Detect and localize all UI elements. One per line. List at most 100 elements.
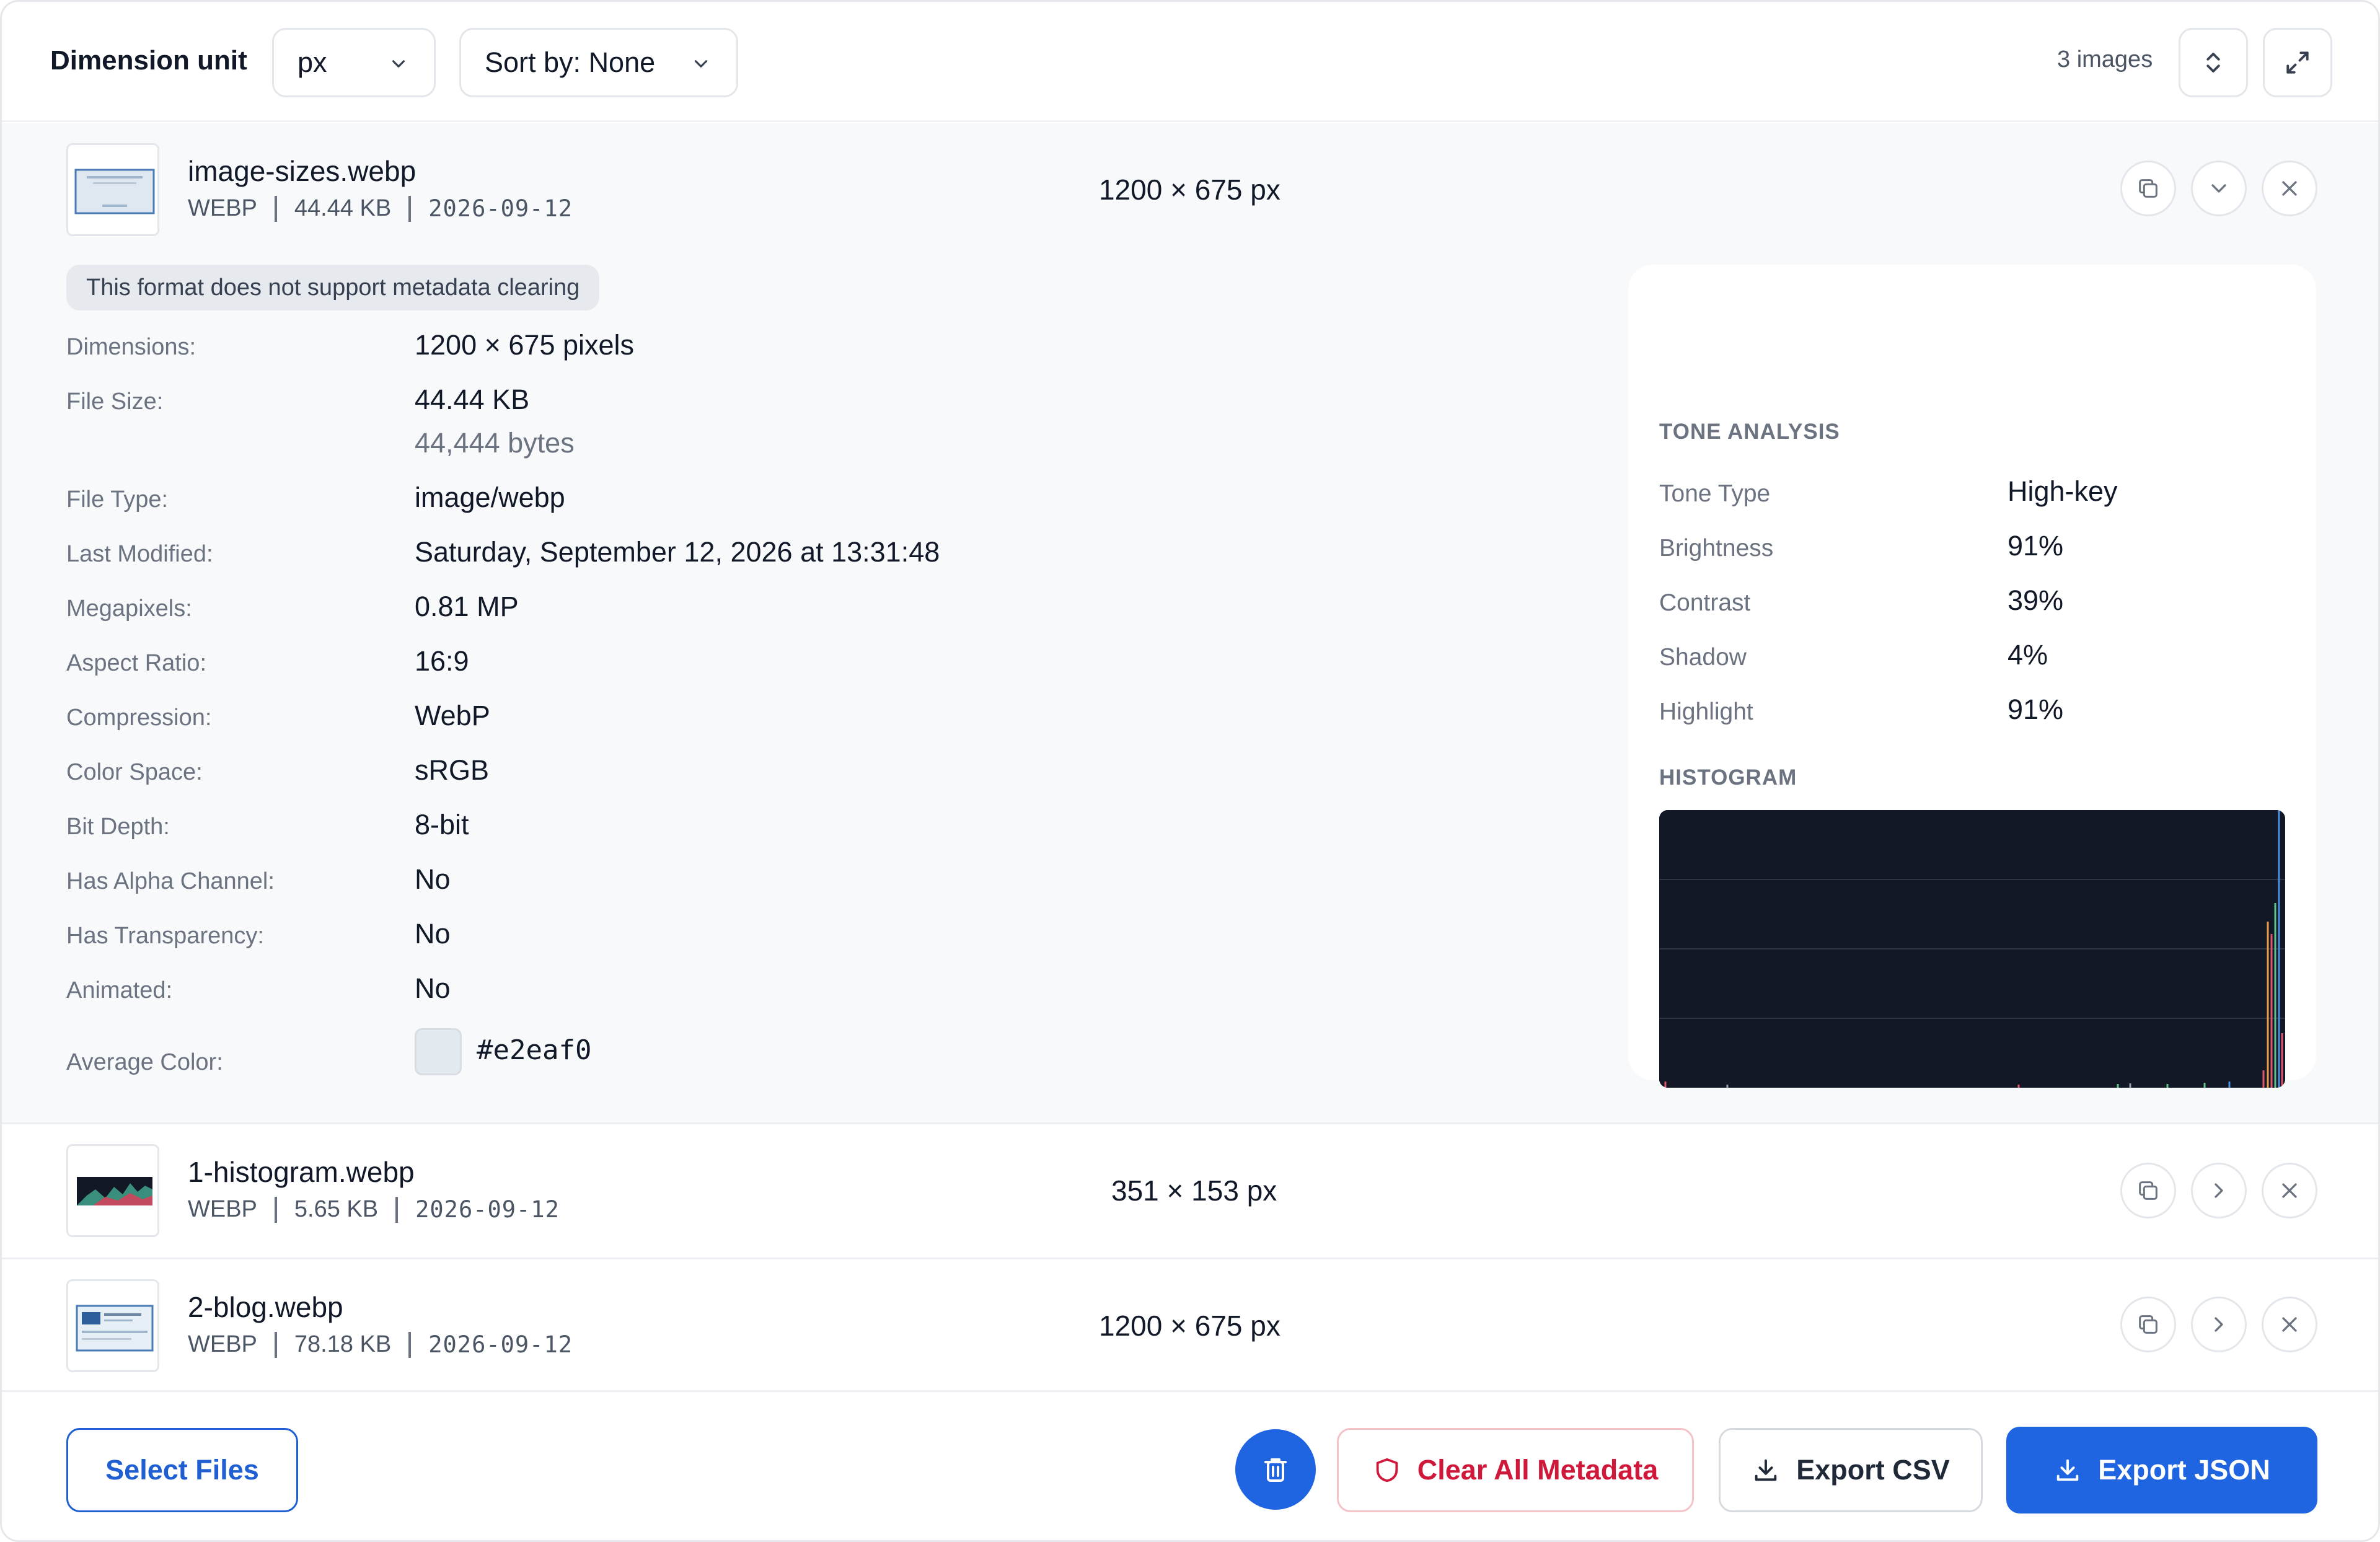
file-dimensions: 1200 × 675 px [1099,174,1280,206]
tone-label: Tone Type [1659,480,1771,507]
detail-label: Compression: [66,705,212,731]
detail-label: Megapixels: [66,596,192,622]
detail-value: 1200 × 675 pixels [415,329,635,361]
close-icon [2282,181,2297,196]
chevrons-up-down-icon [2206,53,2220,73]
file-name: image-sizes.webp [188,155,416,187]
tone-label: Contrast [1659,589,1751,616]
expand-row-button[interactable] [2191,1297,2247,1352]
detail-value: Saturday, September 12, 2026 at 13:31:48 [415,536,940,568]
histogram-title: HISTOGRAM [1659,765,1797,790]
remove-file-button[interactable] [2262,161,2317,216]
detail-value: 16:9 [415,645,469,677]
export-json-button[interactable]: Export JSON [2006,1427,2317,1513]
detail-value: 8-bit [415,809,469,840]
close-icon [2282,1183,2297,1198]
image-count: 3 images [2057,46,2153,73]
file-name: 2-blog.webp [188,1291,343,1323]
remove-file-button[interactable] [2262,1163,2317,1218]
tone-value: 4% [2008,639,2048,671]
file-size: 44.44 KB [294,195,392,221]
download-icon [1755,1459,1777,1481]
metadata-viewer-window: Dimension unit px Sort by: None 3 images [0,0,2380,1542]
tone-value: High-key [2008,475,2118,507]
detail-label: Has Alpha Channel: [66,868,275,894]
detail-label: Average Color: [66,1049,223,1075]
tone-analysis-panel: TONE ANALYSIS Tone Type High-key Brightn… [1628,265,2316,1088]
file-format: WEBP [188,1196,257,1222]
chevron-down-icon [694,60,708,68]
copy-button[interactable] [2120,1297,2176,1352]
copy-button[interactable] [2120,1163,2176,1218]
clear-all-label: Clear All Metadata [1417,1454,1659,1486]
detail-value: No [415,918,451,949]
expand-row-button[interactable] [2191,1163,2247,1218]
copy-icon [2139,1181,2157,1200]
export-csv-label: Export CSV [1796,1454,1950,1486]
detail-value: 0.81 MP [415,591,519,622]
detail-label: File Type: [66,487,169,513]
detail-value: 44.44 KB [415,384,530,415]
toolbar: Dimension unit px Sort by: None 3 images [2,2,2378,122]
dimension-unit-label: Dimension unit [50,45,247,76]
detail-value: WebP [415,700,490,731]
detail-value: sRGB [415,754,490,786]
separator [395,1196,399,1223]
file-row[interactable]: 2-blog.webp WEBP 78.18 KB 2026-09-12 120… [2,1258,2378,1390]
histogram-chart [1659,810,2285,1088]
dimension-unit-value: px [298,46,327,78]
file-thumbnail[interactable] [66,1279,159,1372]
select-files-button[interactable]: Select Files [66,1428,298,1512]
tone-label: Shadow [1659,644,1747,671]
download-icon [2056,1459,2079,1481]
file-thumbnail[interactable] [66,1144,159,1237]
chevron-down-icon [392,60,405,68]
histogram-graphic [1659,810,2285,1088]
metadata-notice: This format does not support metadata cl… [66,265,600,311]
separator [274,1331,277,1358]
file-dimensions: 351 × 153 px [1111,1174,1277,1207]
detail-label: Aspect Ratio: [66,650,206,676]
sort-select[interactable]: Sort by: None [459,28,738,97]
thumbnail-image [68,1146,157,1235]
close-icon [2282,1317,2297,1332]
detail-value: No [415,972,451,1004]
file-dimensions: 1200 × 675 px [1099,1310,1280,1342]
file-date: 2026-09-12 [428,1331,573,1358]
shield-icon [1376,1458,1398,1483]
collapse-all-button[interactable] [2179,28,2248,97]
tone-value: 91% [2008,530,2064,562]
file-meta: WEBP 5.65 KB 2026-09-12 [188,1196,560,1223]
file-thumbnail[interactable] [66,143,159,236]
file-meta: WEBP 78.18 KB 2026-09-12 [188,1331,573,1358]
average-color-hex[interactable]: #e2eaf0 [477,1034,591,1066]
thumbnail-image [68,145,157,234]
trash-icon [1264,1458,1287,1482]
tone-label: Highlight [1659,698,1753,725]
action-bar: Select Files Clear All Metadata Export C… [2,1390,2378,1540]
file-date: 2026-09-12 [428,195,573,222]
file-row[interactable]: 1-histogram.webp WEBP 5.65 KB 2026-09-12… [2,1122,2378,1258]
separator [274,195,277,222]
sort-value: Sort by: None [485,46,656,78]
copy-icon [2139,1315,2157,1334]
detail-label: Color Space: [66,759,203,785]
delete-all-button[interactable] [1235,1429,1316,1510]
fullscreen-button[interactable] [2263,28,2332,97]
file-date: 2026-09-12 [415,1196,560,1223]
remove-file-button[interactable] [2262,1297,2317,1352]
clear-all-metadata-button[interactable]: Clear All Metadata [1337,1428,1694,1512]
tone-value: 39% [2008,584,2064,616]
file-name: 1-histogram.webp [188,1156,415,1188]
copy-button[interactable] [2120,161,2176,216]
collapse-row-button[interactable] [2191,161,2247,216]
chevron-right-icon [2215,1317,2223,1332]
export-csv-button[interactable]: Export CSV [1719,1428,1983,1512]
export-json-label: Export JSON [2098,1454,2270,1486]
chevron-right-icon [2215,1183,2223,1198]
tone-value: 91% [2008,694,2064,725]
file-format: WEBP [188,1331,257,1357]
maximize-icon [2286,51,2309,74]
dimension-unit-select[interactable]: px [272,28,436,97]
copy-icon [2139,179,2157,198]
